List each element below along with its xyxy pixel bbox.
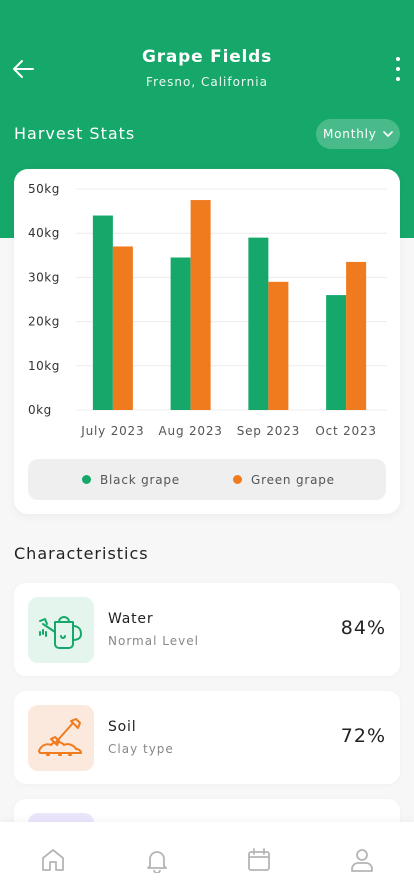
y-tick-label: 20kg xyxy=(28,315,60,329)
tab-notifications[interactable] xyxy=(143,846,171,874)
x-tick-label: July 2023 xyxy=(80,424,144,438)
title-block: Grape Fields Fresno, California xyxy=(0,47,414,89)
legend-label: Green grape xyxy=(251,472,335,487)
harvest-bar-chart: 0kg 10kg 20kg 30kg 40kg 50kg July 2023 Aug 2023… xyxy=(28,182,387,438)
bottom-tab-bar xyxy=(0,822,414,896)
bar xyxy=(248,237,269,410)
tab-profile[interactable] xyxy=(348,846,376,874)
x-tick-label: Sep 2023 xyxy=(237,424,300,438)
characteristic-card-water[interactable]: Water Normal Level 84% xyxy=(14,583,400,676)
legend-item-black-grape: Black grape xyxy=(82,473,180,487)
range-dropdown[interactable]: Monthly xyxy=(316,119,400,149)
characteristic-card-soil[interactable]: Soil Clay type 72% xyxy=(14,691,400,784)
harvest-stats-heading: Harvest Stats xyxy=(14,124,136,143)
y-tick-label: 0kg xyxy=(28,403,52,417)
x-tick-label: Aug 2023 xyxy=(159,424,223,438)
home-icon xyxy=(42,849,64,871)
tab-home[interactable] xyxy=(39,846,67,874)
page-title: Grape Fields xyxy=(141,47,273,67)
chevron-down-icon xyxy=(382,130,393,137)
y-tick-label: 50kg xyxy=(28,182,60,196)
more-vertical-icon xyxy=(396,57,400,61)
bell-icon xyxy=(147,851,167,873)
characteristics-heading: Characteristics xyxy=(14,544,149,563)
calendar-icon xyxy=(248,848,270,871)
tab-calendar[interactable] xyxy=(245,846,273,874)
characteristic-value: 84% xyxy=(340,617,386,639)
bar xyxy=(170,257,191,410)
bar xyxy=(112,246,133,410)
more-options-button[interactable] xyxy=(394,57,402,81)
characteristic-name: Soil xyxy=(108,719,137,735)
characteristic-desc: Normal Level xyxy=(108,634,199,648)
characteristic-desc: Clay type xyxy=(108,742,174,756)
bar xyxy=(346,261,367,410)
harvest-chart-card: 0kg 10kg 20kg 30kg 40kg 50kg July 2023 Aug 2023… xyxy=(14,169,400,514)
top-bar: Grape Fields Fresno, California xyxy=(0,0,414,110)
bar xyxy=(92,215,113,410)
user-icon xyxy=(351,849,373,872)
soil-icon-tile xyxy=(28,705,94,771)
water-icon-tile xyxy=(28,597,94,663)
y-tick-label: 10kg xyxy=(28,359,60,373)
shovel-soil-icon xyxy=(38,718,82,756)
range-label: Monthly xyxy=(323,127,377,141)
y-tick-label: 30kg xyxy=(28,270,60,284)
legend-swatch xyxy=(233,475,242,484)
bar xyxy=(190,200,211,410)
legend-swatch xyxy=(82,475,91,484)
legend-item-green-grape: Green grape xyxy=(233,473,335,487)
legend-label: Black grape xyxy=(100,472,180,487)
characteristic-value: 72% xyxy=(340,725,386,747)
characteristic-name: Water xyxy=(108,611,154,627)
chart-legend: Black grape Green grape xyxy=(28,459,386,500)
x-tick-label: Oct 2023 xyxy=(315,424,377,438)
y-tick-label: 40kg xyxy=(28,226,60,240)
bar xyxy=(268,281,289,410)
bar xyxy=(326,295,347,410)
page-subtitle: Fresno, California xyxy=(146,75,268,89)
watering-can-icon xyxy=(39,616,82,649)
